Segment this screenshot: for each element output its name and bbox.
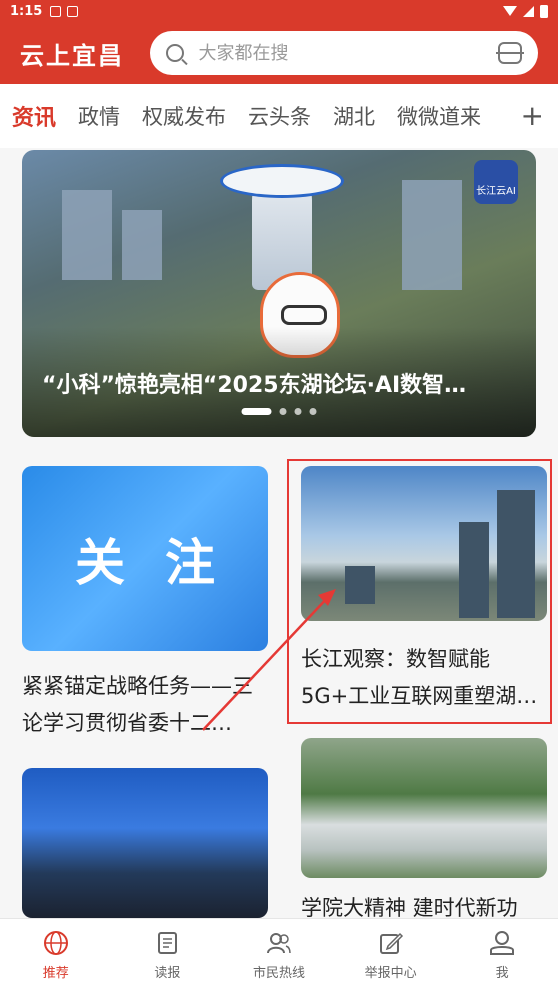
app-header: 云上宜昌 — [0, 22, 558, 84]
battery-icon — [540, 4, 548, 18]
nav-label: 读报 — [154, 966, 181, 981]
search-icon — [166, 44, 185, 62]
tab-politics[interactable]: 政情 — [78, 101, 120, 131]
channel-tabs: 资讯 政情 权威发布 云头条 湖北 微微道来 + — [0, 84, 558, 148]
nav-label: 市民热线 — [252, 966, 305, 981]
edit-icon — [379, 932, 403, 954]
nav-label: 推荐 — [42, 966, 69, 981]
banner-building — [402, 180, 462, 290]
news-card-title: 长江观察：数智赋能5G+工业互联网重塑湖… — [301, 647, 538, 708]
changjiang-cloud-logo: 长江云AI — [474, 160, 518, 204]
news-card-image — [301, 738, 547, 878]
newspaper-icon — [158, 932, 178, 954]
nav-report-center[interactable]: 举报中心 — [335, 919, 447, 992]
carousel-dot[interactable] — [309, 408, 317, 415]
carousel-dot[interactable] — [279, 408, 287, 415]
wifi-icon — [503, 6, 517, 16]
news-card-2[interactable]: 长江观察：数智赋能5G+工业互联网重塑湖… — [301, 466, 547, 716]
search-bar[interactable] — [150, 31, 538, 75]
news-card-image — [301, 466, 547, 621]
image-notification-icon — [50, 5, 62, 17]
app-notification-icon — [67, 5, 79, 17]
tab-hubei[interactable]: 湖北 — [333, 101, 375, 131]
news-card-title: 学院大精神 建时代新功 — [301, 896, 518, 918]
focus-label: 关注 — [75, 533, 255, 592]
tab-official-release[interactable]: 权威发布 — [142, 101, 226, 131]
search-input[interactable] — [198, 42, 489, 64]
nav-me[interactable]: 我 — [446, 919, 558, 992]
news-card-title: 紧紧锚定战略任务——三论学习贯彻省委十二… — [22, 674, 253, 735]
tab-headlines[interactable]: 云头条 — [248, 101, 311, 131]
scan-icon[interactable] — [496, 42, 524, 64]
nav-recommend[interactable]: 推荐 — [0, 919, 112, 992]
tab-weiwei[interactable]: 微微道来 — [397, 101, 481, 131]
people-icon — [266, 933, 291, 954]
news-card-4[interactable]: 学院大精神 建时代新功 — [301, 738, 547, 918]
status-bar: 1:15 — [0, 0, 558, 22]
skyscraper-shape — [497, 490, 535, 618]
news-card-1[interactable]: 关注 紧紧锚定战略任务——三论学习贯彻省委十二… — [22, 466, 268, 746]
news-card-3[interactable] — [22, 768, 268, 918]
tab-news[interactable]: 资讯 — [12, 100, 56, 132]
banner-caption: “小科”惊艳亮相“2025东湖论坛·AI数智… — [42, 373, 467, 398]
user-icon — [490, 931, 515, 955]
nav-label: 举报中心 — [364, 966, 417, 981]
carousel-dot[interactable] — [241, 408, 272, 415]
app-screen: 1:15 云上宜昌 资讯 政情 权威发布 云头条 湖北 微微道来 + — [0, 0, 558, 992]
add-channel-icon[interactable]: + — [521, 102, 544, 130]
signal-icon — [523, 5, 534, 17]
status-indicators — [503, 4, 548, 18]
globe-icon — [43, 931, 68, 955]
news-feed: 长江云AI “小科”惊艳亮相“2025东湖论坛·AI数智… 关注 紧紧锚定战略任… — [0, 148, 558, 918]
news-card-image: 关注 — [22, 466, 268, 651]
carousel-dot[interactable] — [294, 408, 302, 415]
app-title: 云上宜昌 — [20, 41, 124, 70]
banner-tower-disc — [220, 164, 344, 198]
building-shape — [345, 566, 375, 604]
banner-building — [122, 210, 162, 280]
skyscraper-shape — [459, 522, 489, 618]
status-time: 1:15 — [10, 3, 43, 19]
tabs-more: + — [498, 84, 558, 148]
nav-label: 我 — [495, 966, 509, 981]
carousel-dots — [241, 408, 317, 415]
nav-newspaper[interactable]: 读报 — [112, 919, 224, 992]
news-card-image — [22, 768, 268, 918]
banner-carousel[interactable]: 长江云AI “小科”惊艳亮相“2025东湖论坛·AI数智… — [22, 150, 536, 437]
bottom-navigation: 推荐 读报 市民热线 举报中心 我 — [0, 918, 558, 992]
banner-building — [62, 190, 112, 280]
nav-hotline[interactable]: 市民热线 — [223, 919, 335, 992]
